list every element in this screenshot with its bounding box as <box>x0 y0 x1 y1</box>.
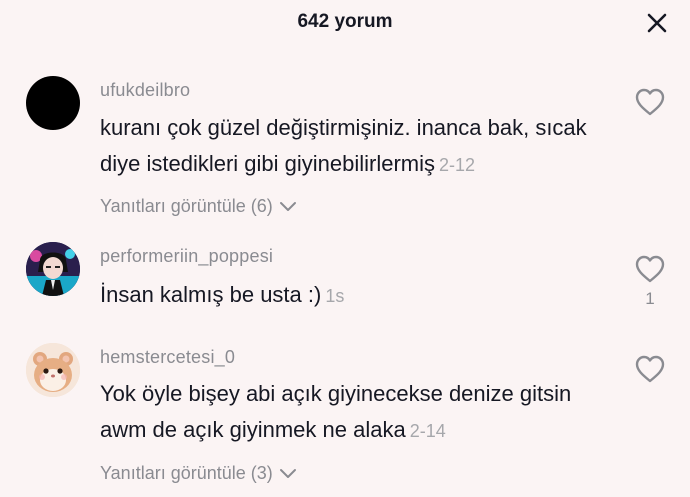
view-replies-label: Yanıtları görüntüle (3) <box>100 463 273 483</box>
comment-timestamp: 2-12 <box>439 155 476 175</box>
comment-timestamp: 1s <box>325 286 345 306</box>
chevron-down-icon <box>279 468 296 478</box>
like-count: 1 <box>645 289 655 308</box>
comment-body: kuranı çok güzel değiştirmişiniz. inanca… <box>100 115 587 176</box>
comment-text: Yok öyle bişey abi açık giyinecekse deni… <box>100 376 610 449</box>
heart-icon[interactable] <box>634 354 666 384</box>
heart-icon[interactable] <box>634 254 666 284</box>
chevron-down-icon <box>279 201 296 211</box>
comment-count-title: 642 yorum <box>297 11 393 32</box>
avatar[interactable] <box>26 242 80 296</box>
comment-timestamp: 2-14 <box>409 421 446 441</box>
avatar[interactable] <box>26 343 80 397</box>
heart-icon[interactable] <box>634 87 666 117</box>
comment-body: Yok öyle bişey abi açık giyinecekse deni… <box>100 381 572 442</box>
comment-text: İnsan kalmış be usta :) 1s <box>100 277 610 314</box>
hamster-avatar-image <box>26 343 80 397</box>
comment-body: İnsan kalmış be usta :) <box>100 282 322 307</box>
close-icon[interactable] <box>646 12 668 34</box>
view-replies-button[interactable]: Yanıtları görüntüle (3) <box>100 463 297 484</box>
avatar[interactable] <box>26 76 80 130</box>
comment-username[interactable]: ufukdeilbro <box>100 80 190 101</box>
view-replies-label: Yanıtları görüntüle (6) <box>100 196 273 216</box>
comments-header: 642 yorum <box>0 0 690 46</box>
view-replies-button[interactable]: Yanıtları görüntüle (6) <box>100 196 297 217</box>
comment-text: kuranı çok güzel değiştirmişiniz. inanca… <box>100 110 610 183</box>
anime-avatar-image <box>26 242 80 296</box>
comment-username[interactable]: performeriin_poppesi <box>100 246 273 267</box>
comment-username[interactable]: hemstercetesi_0 <box>100 347 235 368</box>
